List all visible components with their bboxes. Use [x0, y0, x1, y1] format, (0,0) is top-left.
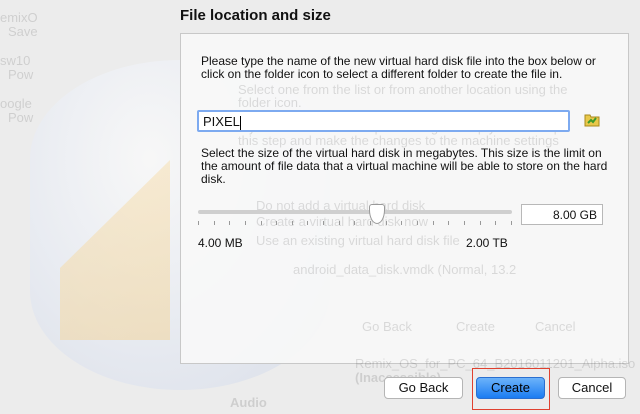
size-instructions: Select the size of the virtual hard disk…: [201, 146, 608, 186]
slider-max-label: 2.00 TB: [466, 236, 508, 250]
ghost-text: Audio: [230, 395, 267, 410]
dialog-title: File location and size: [180, 7, 331, 24]
text-caret: [239, 115, 241, 130]
ghost-text: Go Back: [362, 319, 412, 334]
ghost-text: Save: [8, 24, 38, 39]
slider-min-label: 4.00 MB: [198, 236, 243, 250]
ghost-text: android_data_disk.vmdk (Normal, 13.2: [293, 262, 517, 277]
cancel-button[interactable]: Cancel: [558, 377, 626, 399]
go-back-button[interactable]: Go Back: [384, 377, 463, 399]
ghost-text: Use an existing virtual hard disk file: [256, 233, 460, 248]
ghost-text: sw10: [0, 53, 31, 68]
ghost-text: Create: [456, 319, 496, 334]
file-name-value: PIXEL: [203, 114, 240, 129]
ghost-text: Pow: [8, 110, 34, 125]
ghost-text: emixO: [0, 10, 38, 25]
slider-ticks: [198, 221, 512, 225]
ghost-text: Pow: [8, 67, 34, 82]
folder-icon[interactable]: [584, 113, 600, 127]
ghost-text: folder icon.: [238, 95, 302, 110]
size-slider-track[interactable]: [198, 210, 512, 214]
ghost-text: oogle: [0, 96, 32, 111]
size-input[interactable]: 8.00 GB: [521, 204, 603, 225]
ghost-text: Cancel: [535, 319, 576, 334]
create-button-highlight: [472, 368, 550, 410]
file-name-input[interactable]: PIXEL: [197, 110, 570, 132]
location-instructions: Please type the name of the new virtual …: [201, 54, 596, 81]
